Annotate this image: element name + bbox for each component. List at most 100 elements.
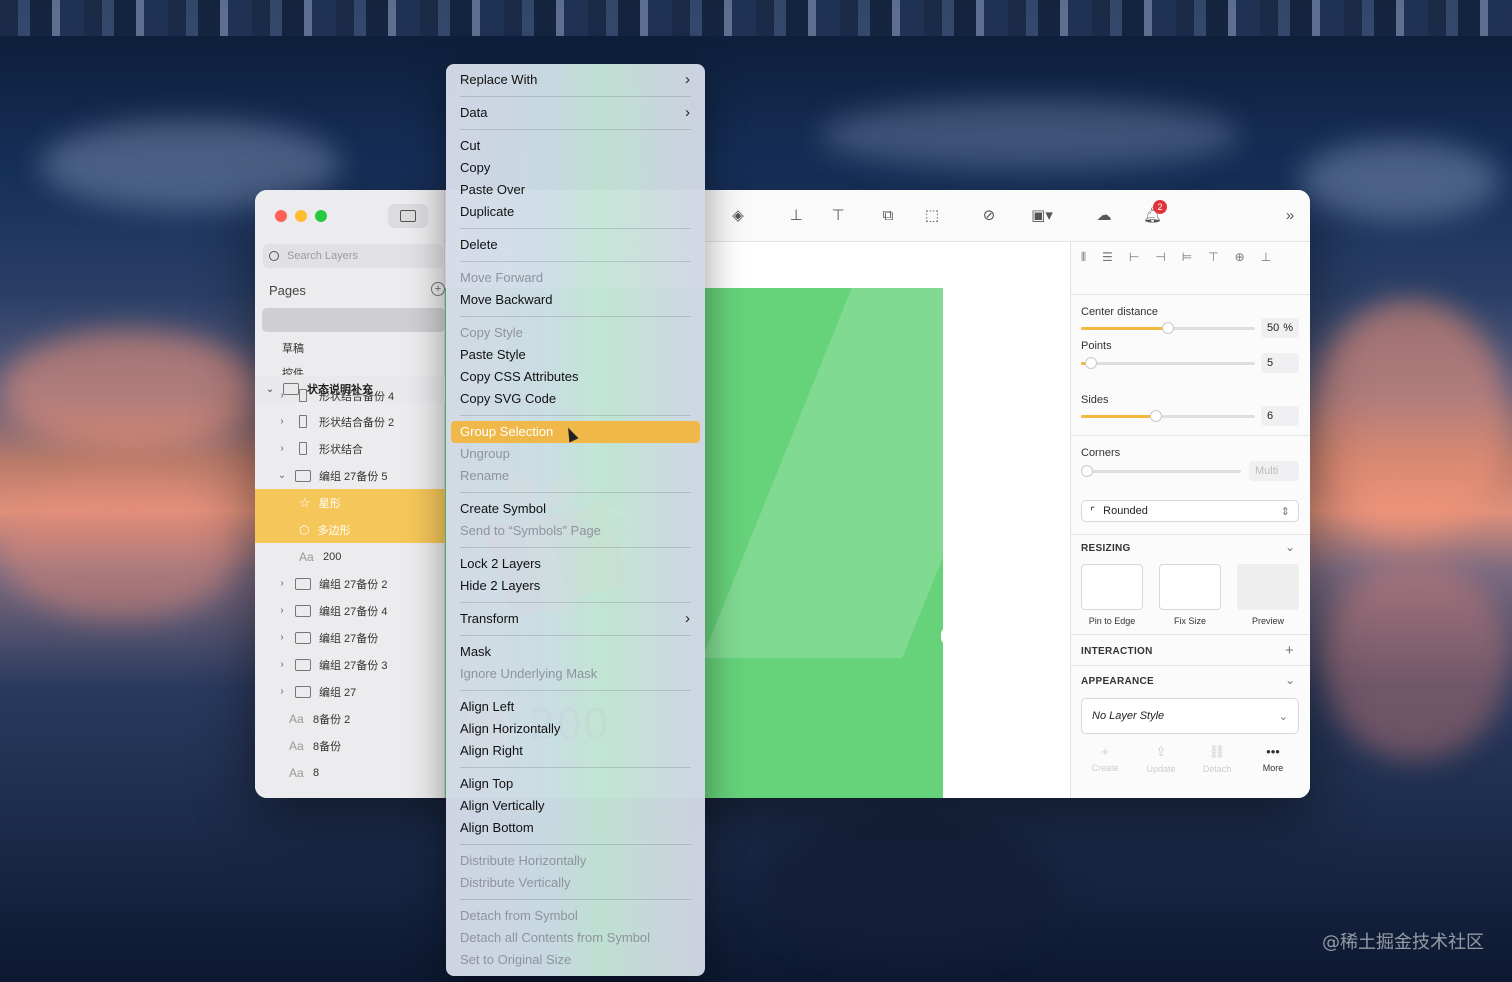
- sides-field[interactable]: 6: [1261, 406, 1299, 426]
- align-right-icon[interactable]: ⊨: [1182, 250, 1192, 265]
- chevron-right-icon[interactable]: ›: [277, 416, 287, 427]
- window-controls: [275, 210, 327, 222]
- layer-row[interactable]: Aa 8: [255, 759, 445, 786]
- menu-item-label: Send to “Symbols” Page: [460, 523, 601, 538]
- menu-item-create-symbol[interactable]: Create Symbol: [451, 498, 700, 520]
- corner-style-select[interactable]: ⌜ Rounded ⇕: [1081, 500, 1299, 522]
- layer-row[interactable]: › 形状结合: [255, 435, 445, 462]
- menu-item-align-top[interactable]: Align Top: [451, 773, 700, 795]
- align-bottom-icon[interactable]: ⊥: [1261, 250, 1271, 265]
- chevron-right-icon[interactable]: ›: [277, 686, 287, 697]
- menu-item-data[interactable]: Data ›: [451, 102, 700, 124]
- add-interaction-icon[interactable]: +: [1285, 642, 1294, 659]
- menu-item-align-bottom[interactable]: Align Bottom: [451, 817, 700, 839]
- ungroup-icon[interactable]: ⬚: [923, 207, 941, 225]
- menu-item-align-left[interactable]: Align Left: [451, 696, 700, 718]
- distribute-horizontal-icon[interactable]: ⫴: [1081, 250, 1086, 265]
- menu-item-mask[interactable]: Mask: [451, 641, 700, 663]
- menu-item-move-backward[interactable]: Move Backward: [451, 289, 700, 311]
- group-icon[interactable]: ⧉: [879, 207, 897, 225]
- menu-item-lock-2-layers[interactable]: Lock 2 Layers: [451, 553, 700, 575]
- more-chevrons-icon[interactable]: »: [1281, 207, 1299, 225]
- chevron-right-icon[interactable]: ›: [277, 659, 287, 670]
- menu-item-paste-style[interactable]: Paste Style: [451, 344, 700, 366]
- edit-icon[interactable]: ⊘: [980, 207, 998, 225]
- chevron-right-icon[interactable]: ›: [277, 605, 287, 616]
- search-icon: [269, 251, 279, 261]
- chevron-right-icon[interactable]: ›: [277, 632, 287, 643]
- menu-item-copy-css-attributes[interactable]: Copy CSS Attributes: [451, 366, 700, 388]
- layer-row[interactable]: › 形状结合备份 2: [255, 408, 445, 435]
- points-field[interactable]: 5: [1261, 353, 1299, 373]
- menu-item-hide-2-layers[interactable]: Hide 2 Layers: [451, 575, 700, 597]
- center-distance-knob[interactable]: [1162, 322, 1174, 334]
- symbol-icon[interactable]: ◈: [729, 207, 747, 225]
- align-top-icon[interactable]: ⊤: [1208, 250, 1218, 265]
- layer-row[interactable]: Aa 8备份 2: [255, 705, 445, 732]
- zoom-button[interactable]: [315, 210, 327, 222]
- center-distance-slider[interactable]: [1081, 322, 1255, 334]
- layer-row[interactable]: Aa 8备份: [255, 732, 445, 759]
- chevron-down-icon[interactable]: ⌄: [1285, 540, 1295, 554]
- sides-slider[interactable]: [1081, 410, 1255, 422]
- corners-field[interactable]: Multi: [1249, 461, 1299, 481]
- fix-size-card[interactable]: [1159, 564, 1221, 610]
- cloud-icon[interactable]: ☁: [1095, 207, 1113, 225]
- layer-row[interactable]: ⌄ 编组 27备份 5: [255, 462, 445, 489]
- layer-row[interactable]: › 编组 27备份 3: [255, 651, 445, 678]
- menu-item-duplicate[interactable]: Duplicate: [451, 201, 700, 223]
- chevron-right-icon[interactable]: ›: [277, 443, 287, 454]
- align-center-icon[interactable]: ⊣: [1155, 250, 1165, 265]
- center-distance-field[interactable]: 50 %: [1261, 318, 1299, 338]
- menu-item-paste-over[interactable]: Paste Over: [451, 179, 700, 201]
- menu-item-copy-svg-code[interactable]: Copy SVG Code: [451, 388, 700, 410]
- selected-page-row[interactable]: [262, 308, 445, 332]
- layer-row[interactable]: › 编组 27备份: [255, 624, 445, 651]
- add-page-icon[interactable]: +: [431, 282, 445, 296]
- menu-item-replace-with[interactable]: Replace With ›: [451, 69, 700, 91]
- close-button[interactable]: [275, 210, 287, 222]
- points-knob[interactable]: [1085, 357, 1097, 369]
- distribute-vertical-icon[interactable]: ☰: [1102, 250, 1113, 265]
- update-style-button[interactable]: ⇪ Update: [1137, 744, 1185, 774]
- points-slider[interactable]: [1081, 357, 1255, 369]
- menu-item-align-vertically[interactable]: Align Vertically: [451, 795, 700, 817]
- layer-style-select[interactable]: No Layer Style ⌄: [1081, 698, 1299, 734]
- menu-item-copy[interactable]: Copy: [451, 157, 700, 179]
- layer-row[interactable]: › 编组 27备份 4: [255, 597, 445, 624]
- chevron-down-icon[interactable]: ⌄: [1285, 673, 1295, 687]
- sidebar-toggle-button[interactable]: [388, 204, 428, 228]
- prototype-handle[interactable]: [941, 628, 953, 644]
- pin-to-edge-card[interactable]: [1081, 564, 1143, 610]
- menu-item-cut[interactable]: Cut: [451, 135, 700, 157]
- menu-item-transform[interactable]: Transform ›: [451, 608, 700, 630]
- layer-row[interactable]: › 形状结合备份 4: [255, 382, 445, 409]
- backward-icon[interactable]: ⊤: [829, 207, 847, 225]
- layer-name: 8: [313, 766, 320, 779]
- menu-item-align-horizontally[interactable]: Align Horizontally: [451, 718, 700, 740]
- detach-style-button[interactable]: ⛓ Detach: [1193, 744, 1241, 774]
- corners-slider[interactable]: [1081, 465, 1241, 477]
- more-style-button[interactable]: ••• More: [1249, 744, 1297, 773]
- chevron-right-icon[interactable]: ›: [277, 390, 287, 401]
- layer-row[interactable]: Aa 200: [255, 543, 445, 570]
- menu-item-delete[interactable]: Delete: [451, 234, 700, 256]
- layer-row[interactable]: ⬡ 多边形: [255, 516, 445, 543]
- layer-row[interactable]: › 编组 27备份 2: [255, 570, 445, 597]
- menu-item-align-right[interactable]: Align Right: [451, 740, 700, 762]
- layer-row[interactable]: ☆ 星形: [255, 489, 445, 516]
- corners-knob[interactable]: [1081, 465, 1093, 477]
- chevron-right-icon[interactable]: ›: [277, 578, 287, 589]
- align-middle-icon[interactable]: ⊕: [1235, 250, 1245, 265]
- minimize-button[interactable]: [295, 210, 307, 222]
- sides-knob[interactable]: [1150, 410, 1162, 422]
- search-input[interactable]: Search Layers: [263, 244, 443, 268]
- forward-icon[interactable]: ⊥: [787, 207, 805, 225]
- page-item[interactable]: 草稿: [282, 340, 304, 356]
- page-item[interactable]: 控件: [282, 365, 304, 375]
- layer-row[interactable]: › 编组 27: [255, 678, 445, 705]
- create-style-button[interactable]: + Create: [1081, 744, 1129, 773]
- transform-icon[interactable]: ▣▾: [1027, 207, 1057, 225]
- align-left-icon[interactable]: ⊢: [1129, 250, 1139, 265]
- chevron-down-icon[interactable]: ⌄: [277, 470, 287, 481]
